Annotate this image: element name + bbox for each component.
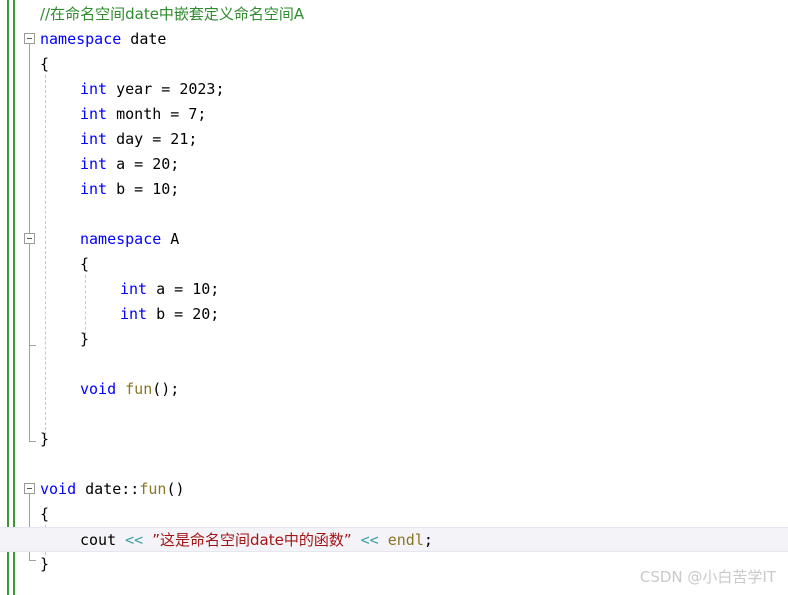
- token-fn: fun: [125, 380, 153, 398]
- code-line[interactable]: namespace A: [0, 227, 788, 252]
- token-plain: a = 20;: [107, 155, 180, 173]
- token-plain: day = 21;: [107, 130, 198, 148]
- code-line[interactable]: namespace date: [0, 27, 788, 52]
- token-plain: month = 7;: [107, 105, 207, 123]
- token-plain: {: [80, 255, 90, 273]
- code-line[interactable]: [0, 452, 788, 477]
- code-line[interactable]: int day = 21;: [0, 127, 788, 152]
- token-plain: (): [166, 480, 185, 498]
- code-line[interactable]: void date::fun(): [0, 477, 788, 502]
- code-line[interactable]: {: [0, 502, 788, 527]
- code-line[interactable]: int year = 2023;: [0, 77, 788, 102]
- code-line[interactable]: int b = 10;: [0, 177, 788, 202]
- token-kw: int: [120, 280, 148, 298]
- token-plain: }: [80, 330, 90, 348]
- token-plain: ();: [152, 380, 180, 398]
- code-line[interactable]: int b = 20;: [0, 302, 788, 327]
- token-plain: year = 2023;: [107, 80, 225, 98]
- code-line[interactable]: int a = 10;: [0, 277, 788, 302]
- code-line[interactable]: {: [0, 252, 788, 277]
- code-line[interactable]: {: [0, 52, 788, 77]
- code-line[interactable]: [0, 352, 788, 377]
- token-op: <<: [125, 531, 144, 549]
- token-kw: namespace: [40, 30, 122, 48]
- code-editor[interactable]: //在命名空间date中嵌套定义命名空间A namespace date { int …: [0, 0, 788, 595]
- token-op: <<: [360, 531, 379, 549]
- code-line[interactable]: int a = 20;: [0, 152, 788, 177]
- token-plain: {: [40, 55, 50, 73]
- token-plain: }: [40, 555, 50, 573]
- code-line[interactable]: }: [0, 327, 788, 352]
- token-kw: int: [80, 155, 108, 173]
- token-kw: int: [80, 130, 108, 148]
- code-line[interactable]: [0, 202, 788, 227]
- token-kw: namespace: [80, 230, 162, 248]
- token-plain: a = 10;: [147, 280, 220, 298]
- token-kw: void: [40, 480, 77, 498]
- token-plain: date: [121, 30, 167, 48]
- token-plain: b = 10;: [107, 180, 180, 198]
- code-line[interactable]: //在命名空间date中嵌套定义命名空间A: [0, 2, 788, 27]
- token-str: ”这是命名空间date中的函数”: [152, 531, 352, 549]
- token-plain: date::: [76, 480, 140, 498]
- code-line[interactable]: int month = 7;: [0, 102, 788, 127]
- token-plain: A: [161, 230, 180, 248]
- code-lines[interactable]: //在命名空间date中嵌套定义命名空间A namespace date { int …: [0, 0, 788, 595]
- token-plain: cout: [80, 531, 126, 549]
- token-kw: int: [80, 80, 108, 98]
- token-kw: int: [80, 180, 108, 198]
- token-fn: fun: [139, 480, 167, 498]
- token-kw: int: [80, 105, 108, 123]
- watermark: CSDN @小白苦学IT: [639, 568, 776, 586]
- token-fn: endl: [387, 531, 424, 549]
- code-line[interactable]: [0, 402, 788, 427]
- code-line[interactable]: void fun();: [0, 377, 788, 402]
- code-line[interactable]: cout << ”这是命名空间date中的函数” << endl;: [0, 527, 788, 552]
- token-plain: ;: [423, 531, 433, 549]
- token-plain: b = 20;: [147, 305, 220, 323]
- token-plain: }: [40, 430, 50, 448]
- token-kw: void: [80, 380, 117, 398]
- token-kw: int: [120, 305, 148, 323]
- token-cmt: //在命名空间date中嵌套定义命名空间A: [40, 5, 305, 23]
- token-plain: {: [40, 505, 50, 523]
- code-line[interactable]: }: [0, 427, 788, 452]
